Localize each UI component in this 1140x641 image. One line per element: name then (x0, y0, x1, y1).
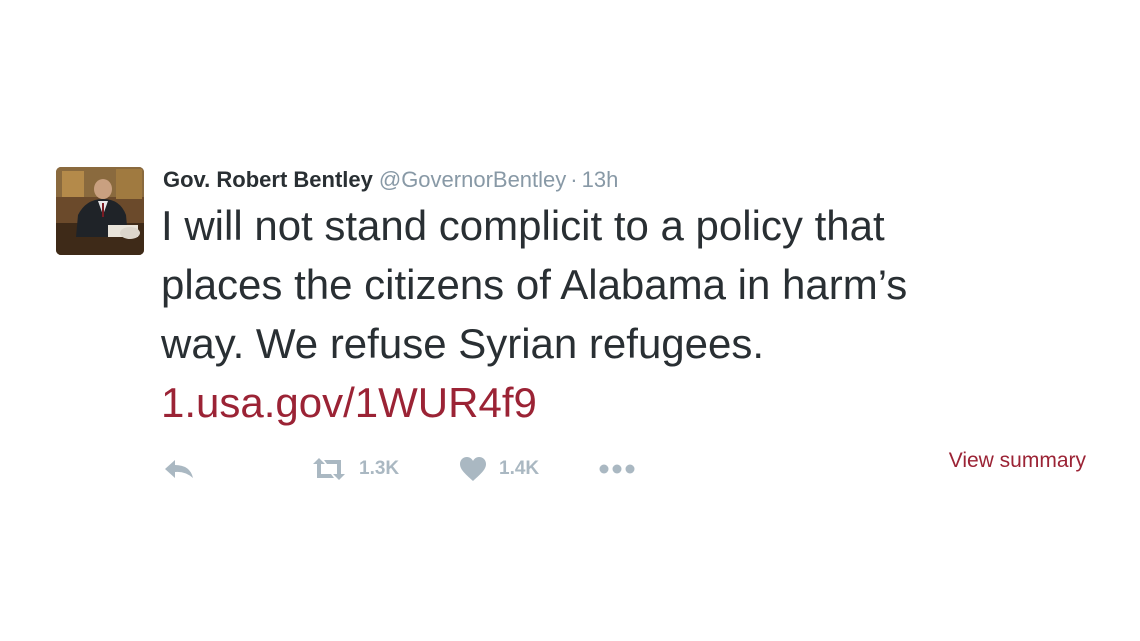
heart-icon (460, 457, 486, 481)
retweet-button[interactable]: 1.3K (311, 452, 399, 486)
tweet-card: Gov. Robert Bentley @GovernorBentley · 13h … (0, 0, 1140, 641)
reply-button[interactable] (163, 452, 195, 486)
tweet-text-line: places the citizens of Alabama in harm’s (161, 261, 908, 308)
tweet-link[interactable]: 1.usa.gov/1WUR4f9 (161, 373, 1061, 432)
avatar[interactable] (56, 167, 144, 255)
separator-dot: · (570, 167, 578, 192)
tweet-header: Gov. Robert Bentley @GovernorBentley · 13h (163, 165, 618, 195)
like-button[interactable]: 1.4K (459, 452, 539, 486)
reply-icon (165, 460, 193, 478)
retweet-count: 1.3K (359, 458, 400, 479)
author-handle[interactable]: @GovernorBentley (379, 167, 566, 192)
author-name[interactable]: Gov. Robert Bentley (163, 167, 373, 192)
tweet-text-line: I will not stand complicit to a policy t… (161, 202, 885, 249)
more-button[interactable] (599, 452, 635, 486)
tweet-timestamp[interactable]: 13h (582, 167, 619, 192)
tweet-text: I will not stand complicit to a policy t… (161, 196, 1061, 432)
avatar-photo (56, 167, 144, 255)
more-dots-icon (599, 464, 635, 474)
like-count: 1.4K (499, 458, 540, 479)
retweet-icon (313, 458, 345, 480)
tweet-text-line: way. We refuse Syrian refugees. (161, 320, 765, 367)
view-summary-link[interactable]: View summary (949, 449, 1086, 473)
